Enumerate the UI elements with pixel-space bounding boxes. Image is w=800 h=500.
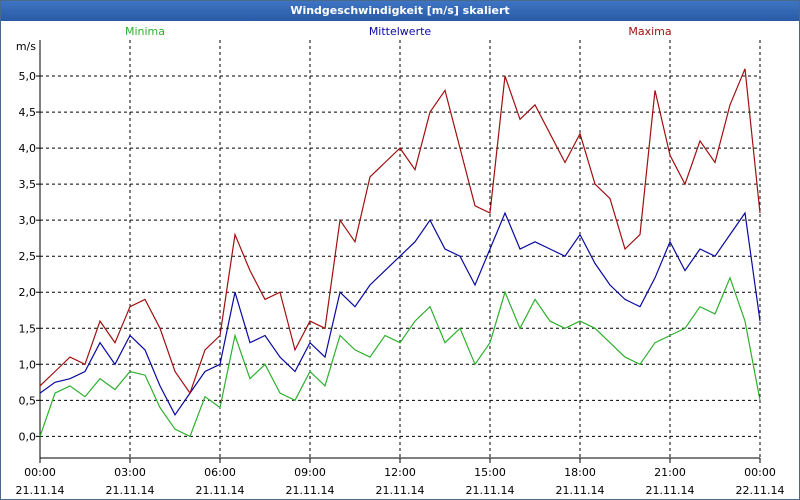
x-tick-date-label: 21.11.14 — [106, 484, 155, 497]
y-tick-label: 0,0 — [19, 430, 37, 443]
x-tick-time-label: 00:00 — [744, 466, 776, 479]
y-tick-label: 4,0 — [19, 142, 37, 155]
x-tick-date-label: 21.11.14 — [16, 484, 65, 497]
x-tick-time-label: 03:00 — [114, 466, 146, 479]
x-tick-time-label: 18:00 — [564, 466, 596, 479]
y-tick-label: 1,0 — [19, 358, 37, 371]
x-tick-date-label: 21.11.14 — [286, 484, 335, 497]
series-line-maxima — [39, 68, 761, 395]
y-tick-label: 3,0 — [19, 214, 37, 227]
x-tick-date-label: 22.11.14 — [736, 484, 785, 497]
y-tick-label: 0,5 — [19, 394, 37, 407]
y-tick-label: 3,5 — [19, 178, 37, 191]
legend-entry-minima: Minima — [125, 25, 165, 38]
y-tick-label: 5,0 — [19, 70, 37, 83]
x-tick-time-label: 09:00 — [294, 466, 326, 479]
y-tick-label: 4,5 — [19, 106, 37, 119]
y-axis-label: m/s — [16, 40, 36, 53]
x-tick-time-label: 21:00 — [654, 466, 686, 479]
x-tick-date-label: 21.11.14 — [646, 484, 695, 497]
y-tick-label: 1,5 — [19, 322, 37, 335]
x-tick-date-label: 21.11.14 — [466, 484, 515, 497]
y-tick-label: 2,0 — [19, 286, 37, 299]
x-tick-date-label: 21.11.14 — [556, 484, 605, 497]
y-tick-label: 2,5 — [19, 250, 37, 263]
x-tick-time-label: 06:00 — [204, 466, 236, 479]
x-tick-time-label: 00:00 — [24, 466, 56, 479]
x-tick-time-label: 12:00 — [384, 466, 416, 479]
legend-entry-maxima: Maxima — [628, 25, 671, 38]
legend-entry-mittelwerte: Mittelwerte — [369, 25, 432, 38]
x-tick-time-label: 15:00 — [474, 466, 506, 479]
chart-svg: 0,0 0,5 1,0 1,5 2,0 2,5 3,0 3,5 4,0 4,5 5,0 m/s 00:0… — [16, 25, 785, 497]
x-tick-date-label: 21.11.14 — [376, 484, 425, 497]
x-tick-date-label: 21.11.14 — [196, 484, 245, 497]
